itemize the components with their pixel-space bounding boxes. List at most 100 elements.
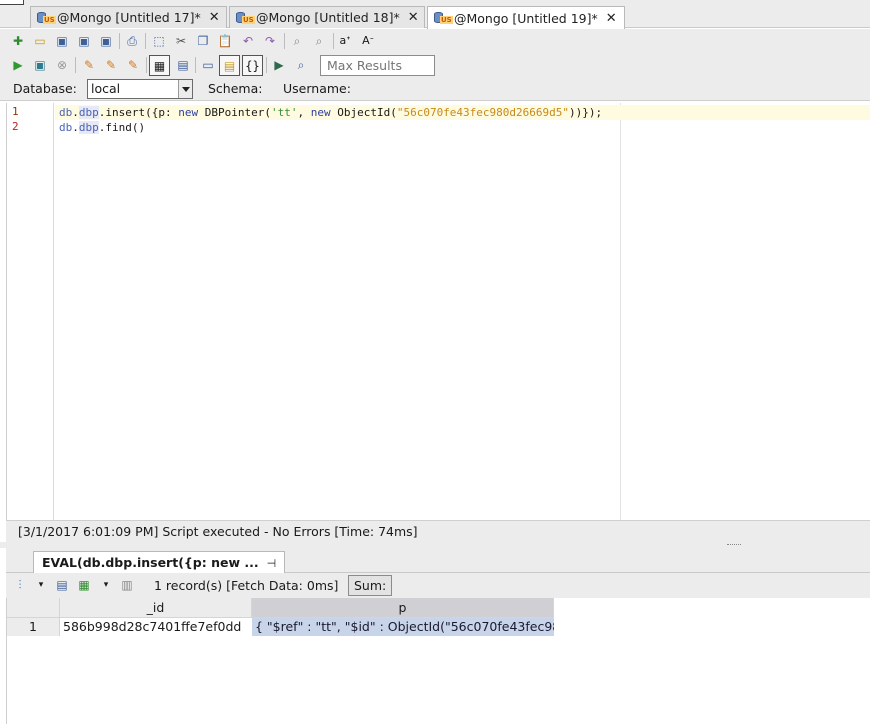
code-token: dbp xyxy=(78,106,99,119)
chevron-down-icon[interactable] xyxy=(178,80,192,98)
redo-icon[interactable]: ↷ xyxy=(262,33,278,49)
braces-icon[interactable]: {} xyxy=(242,55,263,76)
database-value: local xyxy=(91,81,121,96)
code-token: "56c070fe43fec980d26669d5" xyxy=(396,106,570,119)
uncomment-icon[interactable]: ✎ xyxy=(125,57,141,73)
text-output-icon[interactable]: ▭ xyxy=(200,57,216,73)
window-corner xyxy=(0,0,24,5)
result-toolbar: ⫶ ▾ ▤ ▦ ▾ ▥ 1 record(s) [Fetch Data: 0ms… xyxy=(6,573,870,598)
code-token: . xyxy=(72,106,79,119)
find-replace-icon[interactable]: ⌕ xyxy=(311,33,327,49)
tab-result-eval[interactable]: EVAL(db.dbp.insert({p: new ... ⊣ xyxy=(33,551,286,573)
font-increase-icon[interactable]: aᐩ xyxy=(337,33,353,49)
code-token: . xyxy=(72,121,79,134)
toolbar-separator xyxy=(119,33,120,49)
cancel-icon[interactable]: ⊗ xyxy=(54,57,70,73)
mongo-db-icon: US xyxy=(37,11,56,25)
tab-untitled-17[interactable]: US @Mongo [Untitled 17]* ✕ xyxy=(30,6,227,28)
cut-icon[interactable]: ✂ xyxy=(173,33,189,49)
code-token: new xyxy=(310,106,331,119)
save-icon[interactable]: ▣ xyxy=(54,33,70,49)
table-cell-id[interactable]: 586b998d28c7401ffe7ef0dd xyxy=(60,618,252,636)
status-bar: [3/1/2017 6:01:09 PM] Script executed - … xyxy=(6,520,870,542)
mongo-db-icon: US xyxy=(434,11,453,25)
find-icon[interactable]: ⌕ xyxy=(289,33,305,49)
new-file-icon[interactable]: ✚ xyxy=(10,33,26,49)
code-token: 'tt' xyxy=(270,106,298,119)
toolbar-separator xyxy=(333,33,334,49)
execution-toolbar: ▶ ▣ ⊗ ✎ ✎ ✎ ▦ ▤ ▭ ▤ {} ▶ ⌕ xyxy=(0,53,870,77)
chevron-down-icon[interactable]: ▾ xyxy=(33,577,49,593)
line-number: 1 xyxy=(12,105,19,118)
code-token: DBPointer( xyxy=(198,106,271,119)
close-icon[interactable]: ✕ xyxy=(408,10,419,25)
close-icon[interactable]: ✕ xyxy=(606,11,617,26)
database-select[interactable]: local xyxy=(87,79,193,99)
tab-untitled-19[interactable]: US @Mongo [Untitled 19]* ✕ xyxy=(427,6,625,29)
schema-label: Schema: xyxy=(208,81,263,96)
tab-untitled-18[interactable]: US @Mongo [Untitled 18]* ✕ xyxy=(229,6,425,28)
select-icon[interactable]: ⬚ xyxy=(151,33,167,49)
status-text: [3/1/2017 6:01:09 PM] Script executed - … xyxy=(18,524,418,539)
excel-icon[interactable]: ▦ xyxy=(76,577,92,593)
record-count: 1 record(s) [Fetch Data: 0ms] xyxy=(154,578,339,593)
code-token: db xyxy=(59,106,73,119)
chart-icon[interactable]: ⫶ xyxy=(12,577,28,593)
run-script-icon[interactable]: ▣ xyxy=(32,57,48,73)
code-token: ))}); xyxy=(569,106,603,119)
code-line-1[interactable]: db.dbp.insert({p: new DBPointer('tt', ne… xyxy=(55,105,870,120)
max-results-input[interactable] xyxy=(320,55,435,76)
toolbar-separator xyxy=(146,57,147,73)
close-icon[interactable]: ✕ xyxy=(209,10,220,25)
json-output-icon[interactable]: ▤ xyxy=(219,55,240,76)
open-folder-icon[interactable]: ▭ xyxy=(32,33,48,49)
chevron-down-icon[interactable]: ▾ xyxy=(98,577,114,593)
code-token: .find() xyxy=(98,121,146,134)
result-tab-label: EVAL(db.dbp.insert({p: new ... xyxy=(42,555,259,570)
tab-label: @Mongo [Untitled 18]* xyxy=(256,10,400,25)
toolbar-separator xyxy=(145,33,146,49)
history-icon[interactable]: ⌕ xyxy=(293,57,309,73)
code-token: new xyxy=(178,106,199,119)
code-token: ObjectId( xyxy=(330,106,397,119)
comment-icon[interactable]: ✎ xyxy=(103,57,119,73)
tab-label: @Mongo [Untitled 19]* xyxy=(454,10,598,26)
toolbar-separator xyxy=(266,57,267,73)
database-label: Database: xyxy=(13,81,77,96)
paste-icon[interactable]: 📋 xyxy=(217,33,233,49)
column-header-p[interactable]: p xyxy=(252,598,554,618)
format-icon[interactable]: ✎ xyxy=(81,57,97,73)
clipboard-icon[interactable]: ▥ xyxy=(119,577,135,593)
copy-icon[interactable]: ❐ xyxy=(195,33,211,49)
export-icon[interactable]: ▤ xyxy=(54,577,70,593)
print-icon[interactable]: ⎙ xyxy=(124,33,140,49)
toolbar-separator xyxy=(75,57,76,73)
font-decrease-icon[interactable]: Aᐨ xyxy=(360,33,376,49)
mongo-db-icon: US xyxy=(236,11,255,25)
table-cell-p[interactable]: { "$ref" : "tt", "$id" : ObjectId("56c07… xyxy=(252,618,554,636)
run-icon[interactable]: ▶ xyxy=(10,57,26,73)
column-header-id[interactable]: _id xyxy=(60,598,252,618)
line-number-gutter: 1 2 xyxy=(7,103,54,520)
row-number[interactable]: 1 xyxy=(7,618,60,636)
code-token: dbp xyxy=(78,121,99,134)
print-margin xyxy=(620,103,621,520)
toolbar-separator xyxy=(284,33,285,49)
form-output-icon[interactable]: ▤ xyxy=(175,57,191,73)
row-header-corner xyxy=(7,598,60,618)
grid-output-icon[interactable]: ▦ xyxy=(149,55,170,76)
save-all-icon[interactable]: ▣ xyxy=(98,33,114,49)
save-as-icon[interactable]: ▣ xyxy=(76,33,92,49)
code-line-2[interactable]: db.dbp.find() xyxy=(55,120,870,135)
code-token: .insert({p: xyxy=(98,106,179,119)
script-editor[interactable]: 1 2 db.dbp.insert({p: new DBPointer('tt'… xyxy=(6,103,870,520)
result-grid[interactable]: _id p 1 586b998d28c7401ffe7ef0dd { "$ref… xyxy=(6,598,870,724)
pin-icon[interactable]: ⊣ xyxy=(267,557,277,570)
editor-tab-bar: US @Mongo [Untitled 17]* ✕ US @Mongo [Un… xyxy=(0,0,870,29)
splitter-grip-icon[interactable] xyxy=(727,544,741,546)
sum-button[interactable]: Sum: xyxy=(348,575,393,596)
toolbar-separator xyxy=(195,57,196,73)
undo-icon[interactable]: ↶ xyxy=(240,33,256,49)
username-label: Username: xyxy=(283,81,351,96)
explain-icon[interactable]: ▶ xyxy=(271,57,287,73)
